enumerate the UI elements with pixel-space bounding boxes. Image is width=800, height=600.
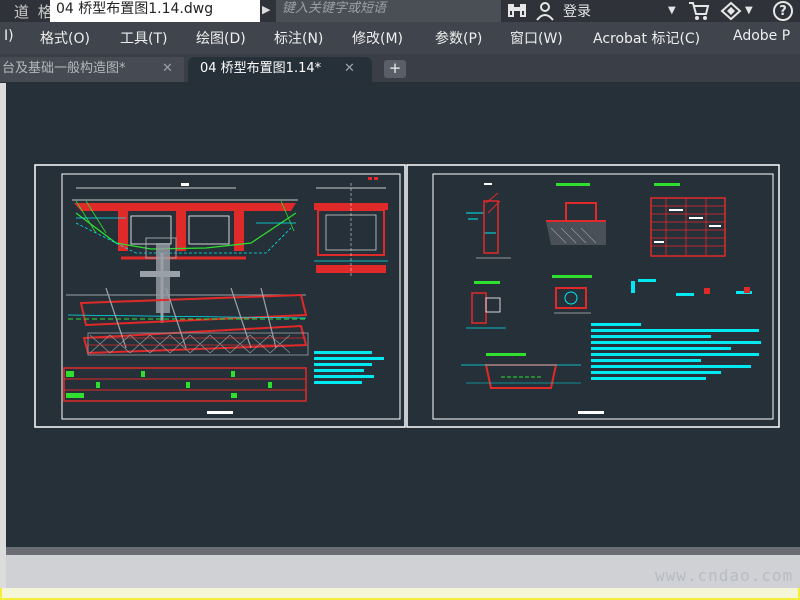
horizontal-scrollbar[interactable]	[6, 547, 800, 555]
binoculars-icon[interactable]	[507, 1, 527, 23]
watermark: www.cndao.com	[655, 566, 794, 585]
expand-arrow-icon[interactable]: ▶	[262, 3, 270, 16]
menu-item-parametric[interactable]: 参数(P)	[435, 28, 482, 48]
document-title: 04 桥型布置图1.14.dwg	[50, 0, 260, 22]
menu-item-tools[interactable]: 工具(T)	[120, 28, 167, 48]
sheet-2-outer-frame	[406, 164, 780, 428]
cross-section	[314, 177, 388, 278]
profile-table	[63, 367, 307, 402]
add-tab-button[interactable]: +	[384, 60, 406, 78]
drawing-canvas[interactable]	[6, 83, 800, 547]
menu-item-modify[interactable]: 修改(M)	[352, 28, 403, 48]
detail-section-d	[552, 275, 592, 314]
menu-item-adobe[interactable]: Adobe P	[733, 28, 790, 44]
sheet-1-title-block	[207, 411, 233, 414]
detail-section-e	[461, 353, 581, 389]
close-icon[interactable]: ✕	[162, 57, 173, 81]
tab-label: 台及基础一般构造图*	[2, 61, 126, 76]
bridge-plan	[66, 287, 309, 356]
menu-item-window[interactable]: 窗口(W)	[510, 28, 563, 48]
menu-item-insert[interactable]: I)	[4, 28, 14, 44]
sheet-1-notes	[314, 351, 384, 384]
search-input[interactable]: 键入关键字或短语	[276, 0, 501, 22]
sheet-2-title-block	[578, 411, 604, 414]
cad-drawing	[34, 164, 780, 428]
detail-section-b	[546, 183, 606, 245]
small-details	[631, 279, 752, 296]
tab-bridge-layout[interactable]: 04 桥型布置图1.14* ✕	[188, 57, 372, 82]
quantity-table	[650, 183, 726, 257]
login-dropdown-icon[interactable]: ▼	[668, 5, 676, 16]
sheet-2-notes	[591, 323, 761, 380]
menu-item-format[interactable]: 格式(O)	[40, 28, 90, 48]
tab-abutment-drawing[interactable]: 台及基础一般构造图* ✕	[0, 57, 184, 82]
menu-item-draw[interactable]: 绘图(D)	[196, 28, 246, 48]
menu-item-acrobat-markup[interactable]: Acrobat 标记(C)	[593, 28, 700, 48]
menu-bar: I) 格式(O) 工具(T) 绘图(D) 标注(N) 修改(M) 参数(P) 窗…	[0, 22, 800, 54]
tab-label: 04 桥型布置图1.14*	[200, 61, 322, 76]
title-bar: 道 格 网 04 桥型布置图1.14.dwg ▶ 键入关键字或短语 登录 ▼ ▼…	[0, 0, 800, 22]
help-icon[interactable]: ?	[773, 1, 793, 21]
menu-item-dimension[interactable]: 标注(N)	[274, 28, 323, 48]
login-link[interactable]: 登录	[563, 1, 591, 21]
file-tab-bar: 台及基础一般构造图* ✕ 04 桥型布置图1.14* ✕ +	[0, 54, 800, 83]
detail-section-c	[466, 281, 506, 329]
close-icon[interactable]: ✕	[344, 57, 355, 81]
exchange-dropdown-icon[interactable]: ▼	[745, 5, 753, 16]
detail-section-a	[466, 183, 511, 259]
